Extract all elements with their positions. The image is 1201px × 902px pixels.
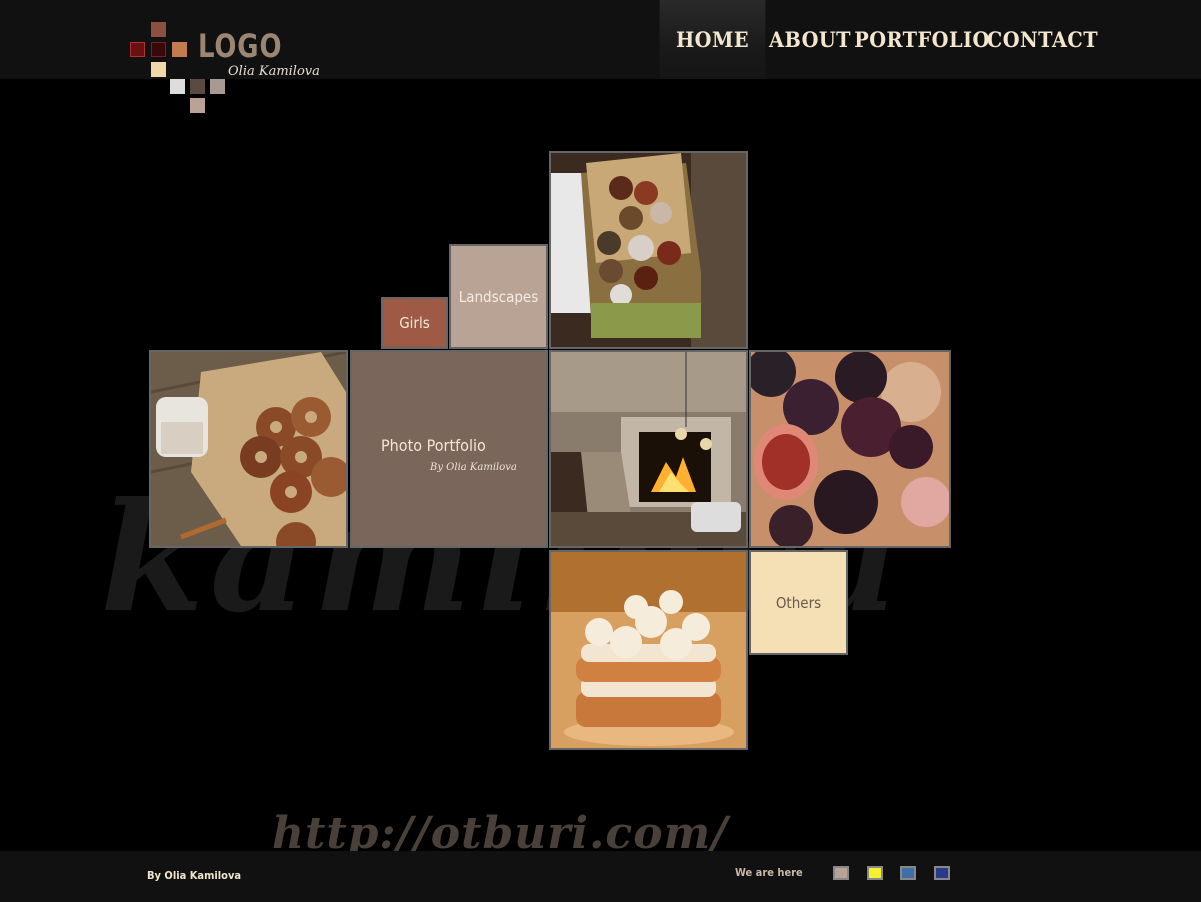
color-swatch-yellow[interactable]	[867, 866, 883, 880]
nav-home[interactable]: HOME	[659, 0, 766, 79]
photo-fireplace[interactable]	[549, 350, 748, 548]
main-nav: HOME ABOUT PORTFOLIO CONTACT	[0, 0, 1201, 79]
color-swatch-navy[interactable]	[934, 866, 950, 880]
photo-figs[interactable]	[749, 350, 951, 548]
nav-about[interactable]: ABOUT	[769, 0, 851, 79]
truffles-image	[551, 153, 746, 347]
logo-mosaic-icon	[210, 79, 225, 94]
nav-contact[interactable]: CONTACT	[987, 0, 1098, 79]
photo-portfolio-signature: By Olia Kamilova	[430, 462, 517, 473]
photo-donuts[interactable]	[149, 350, 348, 548]
category-label: Landscapes	[458, 287, 539, 306]
footer-credit: By Olia Kamilova	[147, 869, 242, 882]
logo-mosaic-icon	[170, 79, 185, 94]
photo-portfolio-tile[interactable]: Photo Portfolio By Olia Kamilova	[350, 350, 548, 548]
we-are-here-label: We are here	[735, 866, 803, 879]
figs-image	[751, 352, 949, 546]
logo-mosaic-icon	[190, 98, 205, 113]
photo-portfolio-title: Photo Portfolio	[381, 436, 486, 455]
pastry-image	[551, 552, 746, 748]
logo-mosaic-icon	[190, 79, 205, 94]
color-swatch-blue[interactable]	[900, 866, 916, 880]
color-swatch-tan[interactable]	[833, 866, 849, 880]
donuts-image	[151, 352, 346, 546]
category-others[interactable]: Others	[749, 550, 848, 655]
photo-truffles[interactable]	[549, 151, 748, 349]
fireplace-image	[551, 352, 746, 546]
category-landscapes[interactable]: Landscapes	[449, 244, 548, 349]
category-label: Others	[775, 593, 822, 612]
photo-pastry[interactable]	[549, 550, 748, 750]
category-label: Girls	[399, 314, 430, 332]
category-girls[interactable]: Girls	[381, 297, 448, 349]
nav-portfolio[interactable]: PORTFOLIO	[854, 0, 989, 79]
